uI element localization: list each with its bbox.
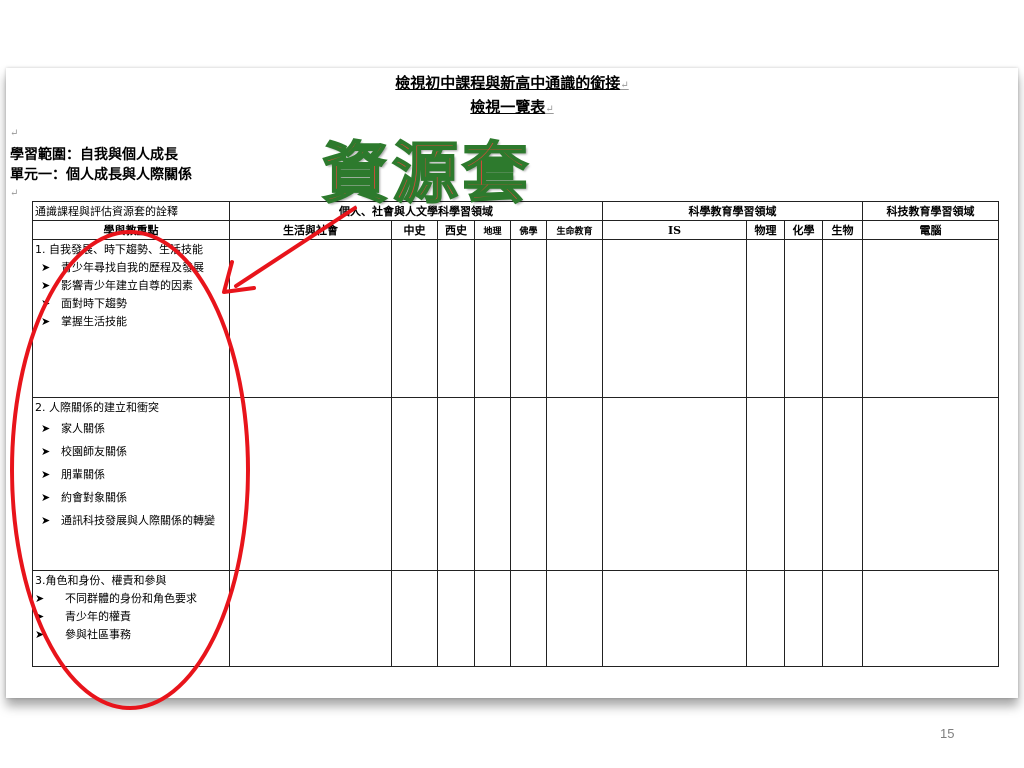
annotation-overlay bbox=[10, 206, 357, 710]
page-number: 15 bbox=[940, 726, 955, 741]
arrow-line bbox=[234, 206, 357, 288]
highlight-ellipse bbox=[10, 230, 250, 710]
